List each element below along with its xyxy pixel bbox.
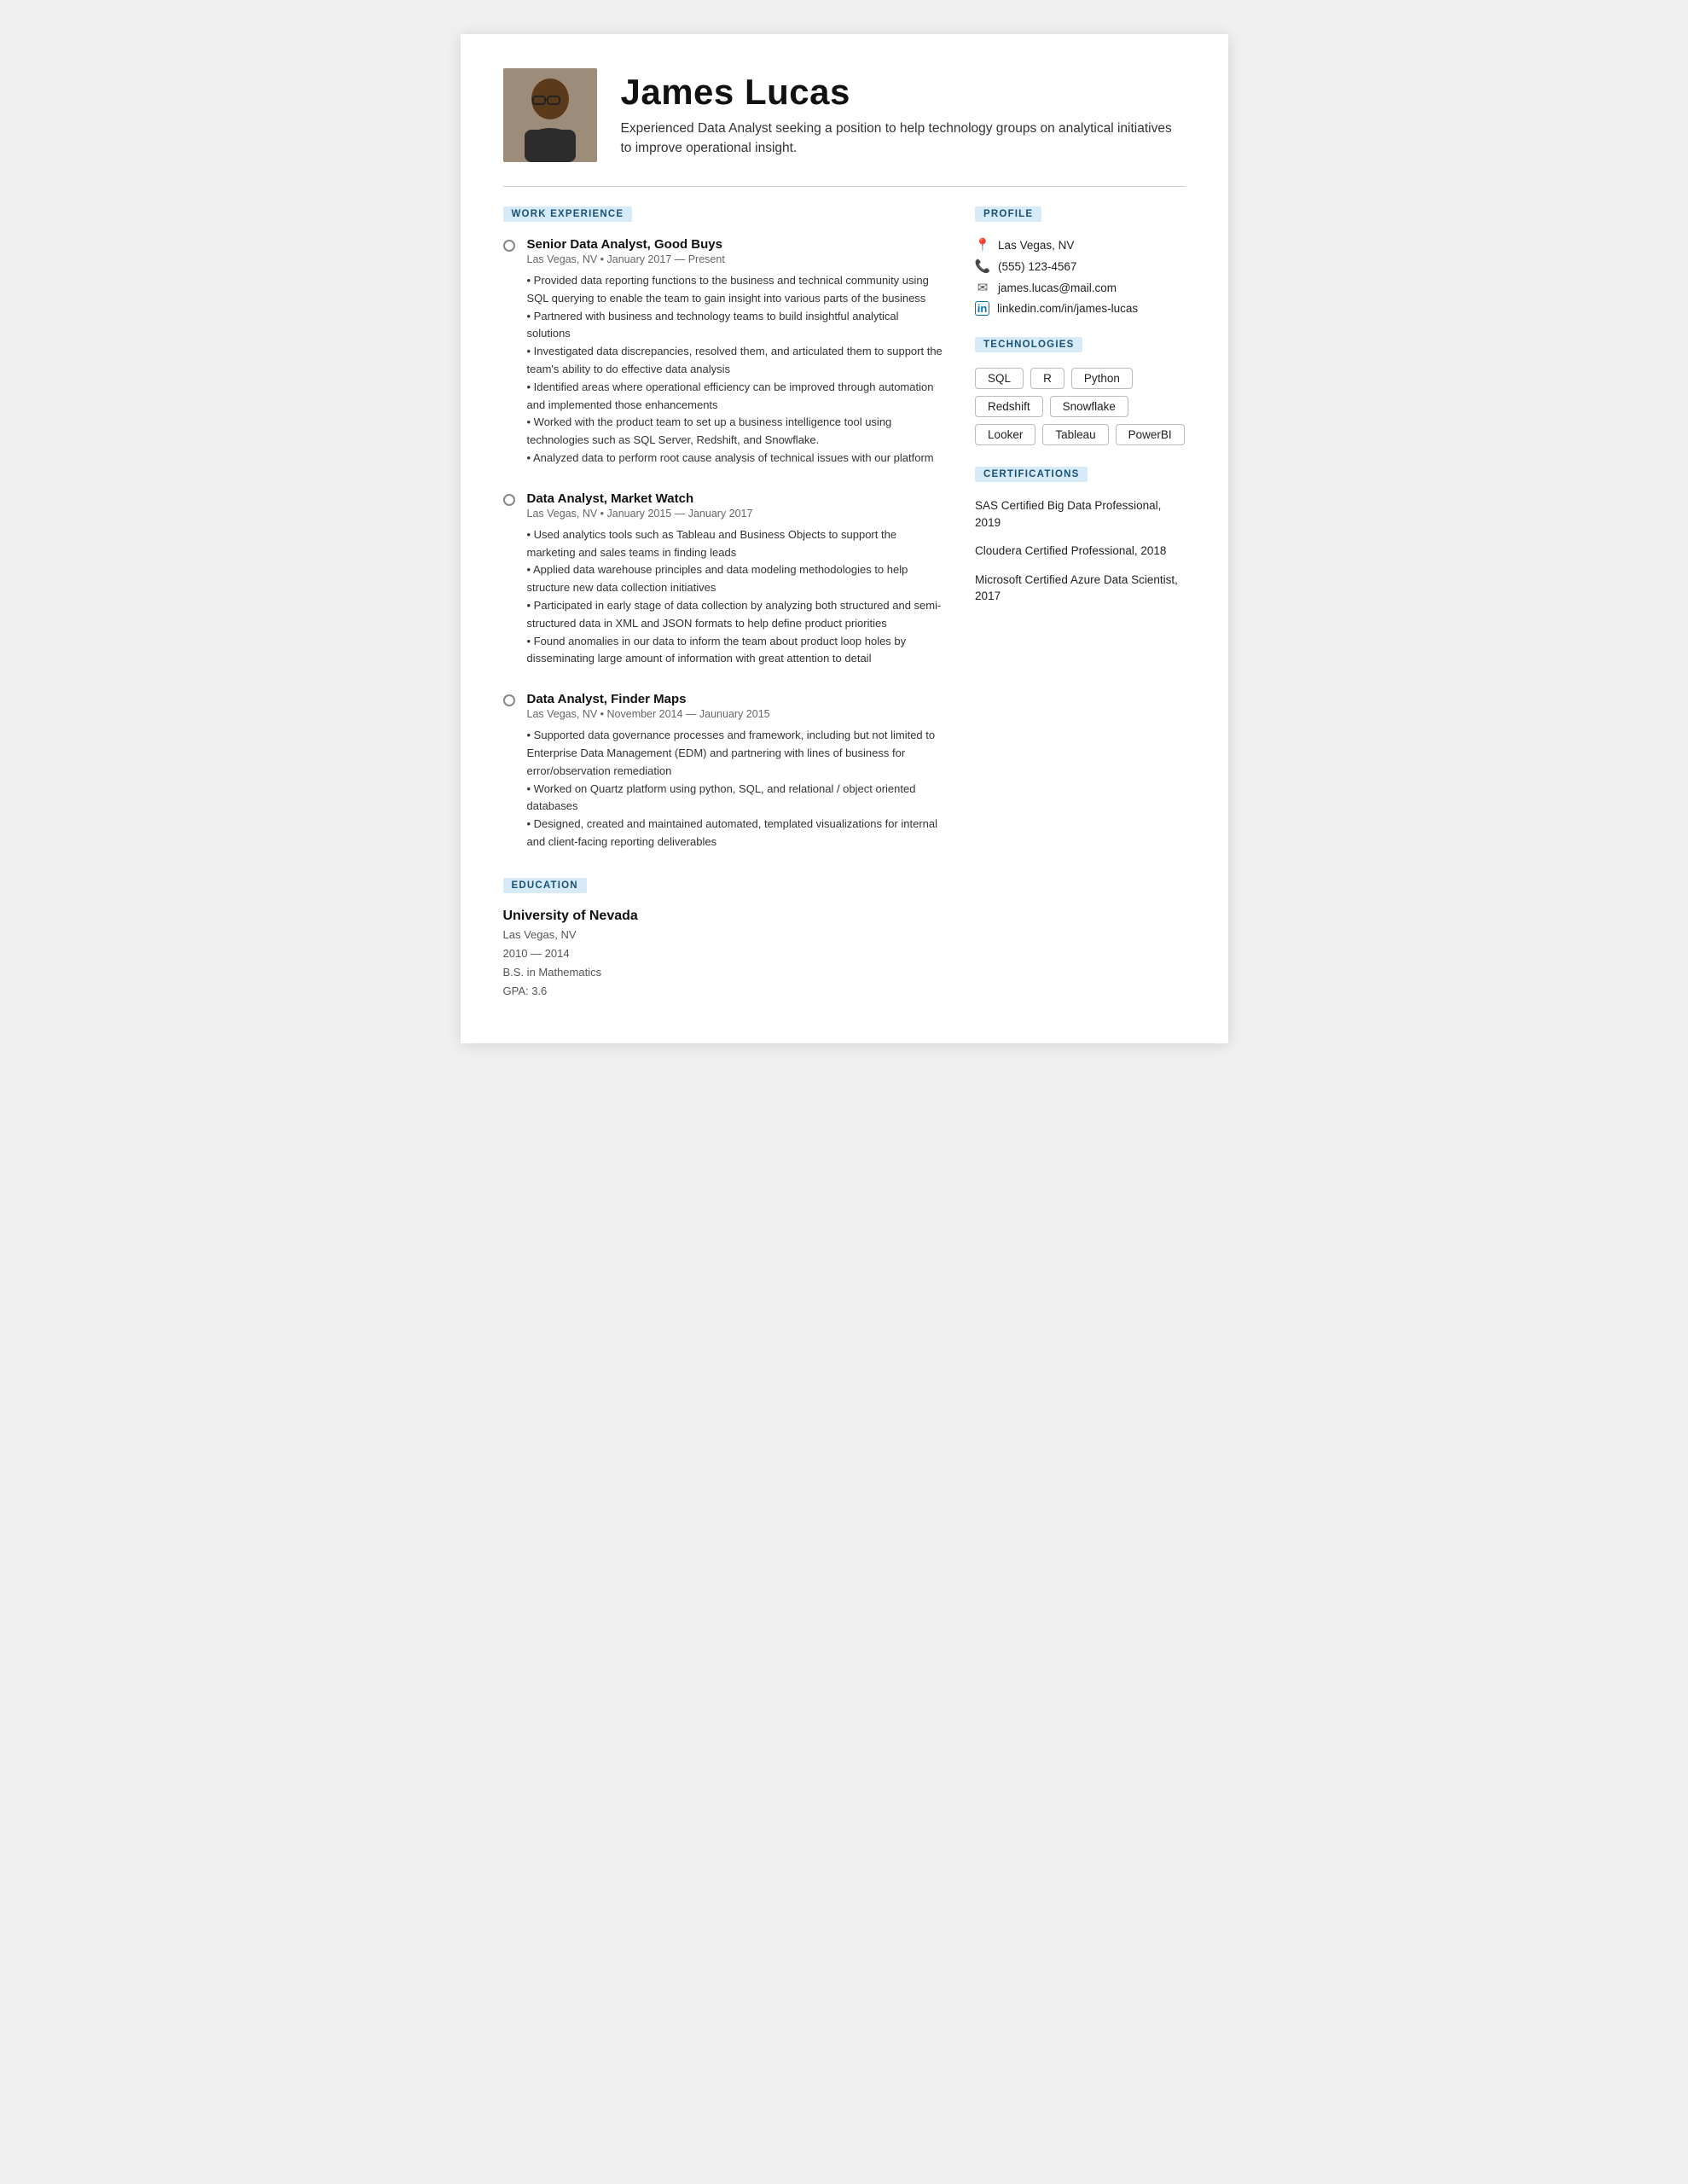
job-title-1: Senior Data Analyst, Good Buys [527, 237, 945, 252]
tech-tag: R [1030, 368, 1064, 389]
profile-linkedin: in linkedin.com/in/james-lucas [975, 301, 1185, 316]
profile-section: PROFILE 📍 Las Vegas, NV 📞 (555) 123-4567… [975, 206, 1185, 316]
job-block-3: Data Analyst, Finder Maps Las Vegas, NV … [503, 692, 945, 851]
tech-grid: SQL R Python Redshift Snowflake Looker Tableau… [975, 368, 1185, 445]
main-column: WORK EXPERIENCE Senior Data Analyst, Goo… [503, 206, 945, 1001]
header-divider [503, 186, 1186, 187]
certifications-label: CERTIFICATIONS [975, 467, 1088, 482]
tech-tag: SQL [975, 368, 1024, 389]
technologies-label: TECHNOLOGIES [975, 337, 1082, 352]
linkedin-icon: in [975, 301, 989, 316]
profile-label: PROFILE [975, 206, 1041, 222]
education-label: EDUCATION [503, 878, 587, 893]
job-content-3: Data Analyst, Finder Maps Las Vegas, NV … [527, 692, 945, 851]
job-meta-1: Las Vegas, NV • January 2017 — Present [527, 253, 945, 265]
job-meta-2: Las Vegas, NV • January 2015 — January 2… [527, 508, 945, 520]
profile-location-text: Las Vegas, NV [998, 239, 1074, 252]
job-block-1: Senior Data Analyst, Good Buys Las Vegas… [503, 237, 945, 468]
job-desc-1: • Provided data reporting functions to t… [527, 272, 945, 468]
technologies-section: TECHNOLOGIES SQL R Python Redshift Snowflake… [975, 336, 1185, 445]
job-block-2: Data Analyst, Market Watch Las Vegas, NV… [503, 491, 945, 668]
cert-item: Microsoft Certified Azure Data Scientist… [975, 572, 1185, 605]
job-circle-2 [503, 494, 515, 506]
profile-linkedin-text: linkedin.com/in/james-lucas [997, 302, 1138, 315]
edu-years: 2010 — 2014 [503, 944, 945, 963]
profile-phone: 📞 (555) 123-4567 [975, 258, 1185, 274]
tech-tag: Tableau [1042, 424, 1108, 445]
edu-school: University of Nevada [503, 909, 945, 924]
cert-item: Cloudera Certified Professional, 2018 [975, 543, 1185, 560]
location-icon: 📍 [975, 237, 990, 253]
candidate-name: James Lucas [621, 73, 1186, 112]
tech-tag: Snowflake [1050, 396, 1128, 417]
avatar [503, 68, 597, 162]
side-column: PROFILE 📍 Las Vegas, NV 📞 (555) 123-4567… [975, 206, 1185, 1001]
edu-degree: B.S. in Mathematics [503, 963, 945, 982]
profile-email: ✉ james.lucas@mail.com [975, 280, 1185, 295]
edu-city: Las Vegas, NV [503, 926, 945, 944]
resume-header: James Lucas Experienced Data Analyst see… [503, 68, 1186, 162]
job-meta-3: Las Vegas, NV • November 2014 — Jaunuary… [527, 708, 945, 720]
job-bullet-col-2 [503, 491, 515, 668]
tech-tag: Python [1071, 368, 1133, 389]
job-circle-1 [503, 240, 515, 252]
profile-location: 📍 Las Vegas, NV [975, 237, 1185, 253]
email-icon: ✉ [975, 280, 990, 295]
job-title-2: Data Analyst, Market Watch [527, 491, 945, 506]
resume-container: James Lucas Experienced Data Analyst see… [461, 34, 1228, 1043]
profile-phone-text: (555) 123-4567 [998, 260, 1076, 273]
header-text: James Lucas Experienced Data Analyst see… [621, 73, 1186, 159]
job-bullet-col-3 [503, 692, 515, 851]
tech-tag: Looker [975, 424, 1035, 445]
profile-email-text: james.lucas@mail.com [998, 282, 1117, 294]
two-col-layout: WORK EXPERIENCE Senior Data Analyst, Goo… [503, 206, 1186, 1001]
job-content-1: Senior Data Analyst, Good Buys Las Vegas… [527, 237, 945, 468]
candidate-subtitle: Experienced Data Analyst seeking a posit… [621, 119, 1186, 159]
tech-tag: Redshift [975, 396, 1043, 417]
edu-gpa: GPA: 3.6 [503, 982, 945, 1001]
job-desc-3: • Supported data governance processes an… [527, 727, 945, 851]
work-experience-label: WORK EXPERIENCE [503, 206, 633, 222]
education-section: EDUCATION University of Nevada Las Vegas… [503, 877, 945, 1001]
job-bullet-col-1 [503, 237, 515, 468]
phone-icon: 📞 [975, 258, 990, 274]
certifications-section: CERTIFICATIONS SAS Certified Big Data Pr… [975, 466, 1185, 605]
job-title-3: Data Analyst, Finder Maps [527, 692, 945, 706]
job-desc-2: • Used analytics tools such as Tableau a… [527, 526, 945, 668]
cert-item: SAS Certified Big Data Professional, 201… [975, 497, 1185, 531]
job-circle-3 [503, 694, 515, 706]
job-content-2: Data Analyst, Market Watch Las Vegas, NV… [527, 491, 945, 668]
tech-tag: PowerBI [1116, 424, 1185, 445]
